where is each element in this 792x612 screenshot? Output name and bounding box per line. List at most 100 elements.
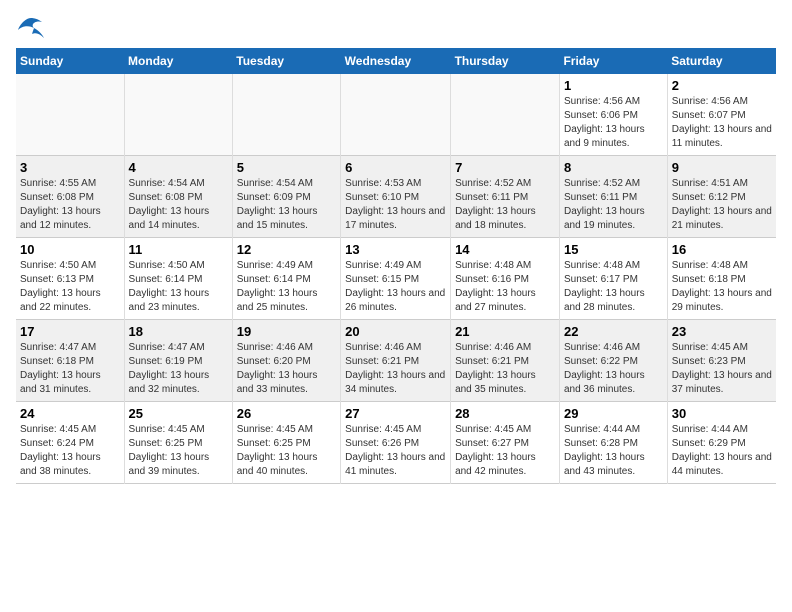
day-info: Sunrise: 4:46 AM Sunset: 6:20 PM Dayligh… xyxy=(237,341,336,397)
day-number: 23 xyxy=(672,324,772,339)
day-info: Sunrise: 4:45 AM Sunset: 6:23 PM Dayligh… xyxy=(672,341,772,397)
calendar-cell xyxy=(341,74,451,156)
weekday-header-thursday: Thursday xyxy=(451,48,560,74)
day-number: 17 xyxy=(20,324,120,339)
day-info: Sunrise: 4:54 AM Sunset: 6:08 PM Dayligh… xyxy=(129,177,228,233)
calendar-cell: 15 Sunrise: 4:48 AM Sunset: 6:17 PM Dayli… xyxy=(559,238,667,320)
calendar-cell xyxy=(232,74,340,156)
day-number: 9 xyxy=(672,160,772,175)
day-number: 3 xyxy=(20,160,120,175)
day-info: Sunrise: 4:45 AM Sunset: 6:26 PM Dayligh… xyxy=(345,423,446,479)
header xyxy=(16,16,776,40)
day-info: Sunrise: 4:55 AM Sunset: 6:08 PM Dayligh… xyxy=(20,177,120,233)
day-number: 26 xyxy=(237,406,336,421)
weekday-header-monday: Monday xyxy=(124,48,232,74)
logo-icon xyxy=(16,16,46,40)
calendar-week-row: 3 Sunrise: 4:55 AM Sunset: 6:08 PM Daylig… xyxy=(16,156,776,238)
weekday-header-wednesday: Wednesday xyxy=(341,48,451,74)
day-info: Sunrise: 4:56 AM Sunset: 6:07 PM Dayligh… xyxy=(672,95,772,151)
calendar-cell: 16Sunrise: 4:48 AM Sunset: 6:18 PM Dayli… xyxy=(667,238,776,320)
calendar-week-row: 17Sunrise: 4:47 AM Sunset: 6:18 PM Dayli… xyxy=(16,320,776,402)
day-number: 11 xyxy=(129,242,228,257)
day-info: Sunrise: 4:45 AM Sunset: 6:25 PM Dayligh… xyxy=(129,423,228,479)
calendar-cell: 21Sunrise: 4:46 AM Sunset: 6:21 PM Dayli… xyxy=(451,320,560,402)
calendar-cell: 23 Sunrise: 4:45 AM Sunset: 6:23 PM Dayli… xyxy=(667,320,776,402)
day-number: 4 xyxy=(129,160,228,175)
calendar-cell: 5 Sunrise: 4:54 AM Sunset: 6:09 PM Daylig… xyxy=(232,156,340,238)
day-number: 25 xyxy=(129,406,228,421)
day-number: 29 xyxy=(564,406,663,421)
calendar-cell: 12 Sunrise: 4:49 AM Sunset: 6:14 PM Dayli… xyxy=(232,238,340,320)
day-number: 1 xyxy=(564,78,663,93)
day-number: 30 xyxy=(672,406,772,421)
day-number: 27 xyxy=(345,406,446,421)
weekday-header-row: SundayMondayTuesdayWednesdayThursdayFrid… xyxy=(16,48,776,74)
day-number: 14 xyxy=(455,242,555,257)
day-number: 18 xyxy=(129,324,228,339)
calendar-week-row: 24 Sunrise: 4:45 AM Sunset: 6:24 PM Dayli… xyxy=(16,402,776,484)
calendar-cell: 2 Sunrise: 4:56 AM Sunset: 6:07 PM Daylig… xyxy=(667,74,776,156)
weekday-header-sunday: Sunday xyxy=(16,48,124,74)
day-number: 10 xyxy=(20,242,120,257)
calendar-cell: 11 Sunrise: 4:50 AM Sunset: 6:14 PM Dayli… xyxy=(124,238,232,320)
day-info: Sunrise: 4:44 AM Sunset: 6:28 PM Dayligh… xyxy=(564,423,663,479)
day-number: 8 xyxy=(564,160,663,175)
logo xyxy=(16,16,50,40)
day-number: 5 xyxy=(237,160,336,175)
calendar-cell: 7Sunrise: 4:52 AM Sunset: 6:11 PM Daylig… xyxy=(451,156,560,238)
day-info: Sunrise: 4:46 AM Sunset: 6:21 PM Dayligh… xyxy=(345,341,446,397)
calendar-cell xyxy=(124,74,232,156)
calendar-cell xyxy=(451,74,560,156)
day-info: Sunrise: 4:45 AM Sunset: 6:24 PM Dayligh… xyxy=(20,423,120,479)
calendar-cell: 3 Sunrise: 4:55 AM Sunset: 6:08 PM Daylig… xyxy=(16,156,124,238)
calendar-cell: 29 Sunrise: 4:44 AM Sunset: 6:28 PM Dayli… xyxy=(559,402,667,484)
day-number: 2 xyxy=(672,78,772,93)
day-info: Sunrise: 4:45 AM Sunset: 6:27 PM Dayligh… xyxy=(455,423,555,479)
day-number: 20 xyxy=(345,324,446,339)
day-info: Sunrise: 4:46 AM Sunset: 6:22 PM Dayligh… xyxy=(564,341,663,397)
calendar-cell: 10Sunrise: 4:50 AM Sunset: 6:13 PM Dayli… xyxy=(16,238,124,320)
day-info: Sunrise: 4:50 AM Sunset: 6:14 PM Dayligh… xyxy=(129,259,228,315)
day-info: Sunrise: 4:51 AM Sunset: 6:12 PM Dayligh… xyxy=(672,177,772,233)
day-info: Sunrise: 4:49 AM Sunset: 6:14 PM Dayligh… xyxy=(237,259,336,315)
calendar-cell: 18 Sunrise: 4:47 AM Sunset: 6:19 PM Dayli… xyxy=(124,320,232,402)
calendar-cell: 28 Sunrise: 4:45 AM Sunset: 6:27 PM Dayli… xyxy=(451,402,560,484)
day-number: 19 xyxy=(237,324,336,339)
calendar-cell: 20 Sunrise: 4:46 AM Sunset: 6:21 PM Dayli… xyxy=(341,320,451,402)
calendar-cell: 9 Sunrise: 4:51 AM Sunset: 6:12 PM Daylig… xyxy=(667,156,776,238)
calendar-table: SundayMondayTuesdayWednesdayThursdayFrid… xyxy=(16,48,776,484)
weekday-header-tuesday: Tuesday xyxy=(232,48,340,74)
day-info: Sunrise: 4:45 AM Sunset: 6:25 PM Dayligh… xyxy=(237,423,336,479)
weekday-header-friday: Friday xyxy=(559,48,667,74)
day-info: Sunrise: 4:48 AM Sunset: 6:18 PM Dayligh… xyxy=(672,259,772,315)
calendar-cell xyxy=(16,74,124,156)
calendar-cell: 24 Sunrise: 4:45 AM Sunset: 6:24 PM Dayli… xyxy=(16,402,124,484)
calendar-cell: 30Sunrise: 4:44 AM Sunset: 6:29 PM Dayli… xyxy=(667,402,776,484)
calendar-cell: 22 Sunrise: 4:46 AM Sunset: 6:22 PM Dayli… xyxy=(559,320,667,402)
calendar-cell: 26 Sunrise: 4:45 AM Sunset: 6:25 PM Dayli… xyxy=(232,402,340,484)
day-info: Sunrise: 4:56 AM Sunset: 6:06 PM Dayligh… xyxy=(564,95,663,151)
day-number: 7 xyxy=(455,160,555,175)
day-number: 28 xyxy=(455,406,555,421)
day-info: Sunrise: 4:53 AM Sunset: 6:10 PM Dayligh… xyxy=(345,177,446,233)
day-info: Sunrise: 4:54 AM Sunset: 6:09 PM Dayligh… xyxy=(237,177,336,233)
calendar-cell: 17Sunrise: 4:47 AM Sunset: 6:18 PM Dayli… xyxy=(16,320,124,402)
day-number: 13 xyxy=(345,242,446,257)
day-number: 22 xyxy=(564,324,663,339)
calendar-week-row: 10Sunrise: 4:50 AM Sunset: 6:13 PM Dayli… xyxy=(16,238,776,320)
day-info: Sunrise: 4:48 AM Sunset: 6:16 PM Dayligh… xyxy=(455,259,555,315)
calendar-cell: 8 Sunrise: 4:52 AM Sunset: 6:11 PM Daylig… xyxy=(559,156,667,238)
calendar-week-row: 1 Sunrise: 4:56 AM Sunset: 6:06 PM Daylig… xyxy=(16,74,776,156)
calendar-cell: 25 Sunrise: 4:45 AM Sunset: 6:25 PM Dayli… xyxy=(124,402,232,484)
day-info: Sunrise: 4:48 AM Sunset: 6:17 PM Dayligh… xyxy=(564,259,663,315)
day-info: Sunrise: 4:52 AM Sunset: 6:11 PM Dayligh… xyxy=(564,177,663,233)
day-number: 24 xyxy=(20,406,120,421)
day-info: Sunrise: 4:47 AM Sunset: 6:19 PM Dayligh… xyxy=(129,341,228,397)
day-number: 6 xyxy=(345,160,446,175)
calendar-cell: 27 Sunrise: 4:45 AM Sunset: 6:26 PM Dayli… xyxy=(341,402,451,484)
weekday-header-saturday: Saturday xyxy=(667,48,776,74)
day-number: 21 xyxy=(455,324,555,339)
calendar-cell: 4 Sunrise: 4:54 AM Sunset: 6:08 PM Daylig… xyxy=(124,156,232,238)
day-number: 12 xyxy=(237,242,336,257)
day-number: 15 xyxy=(564,242,663,257)
